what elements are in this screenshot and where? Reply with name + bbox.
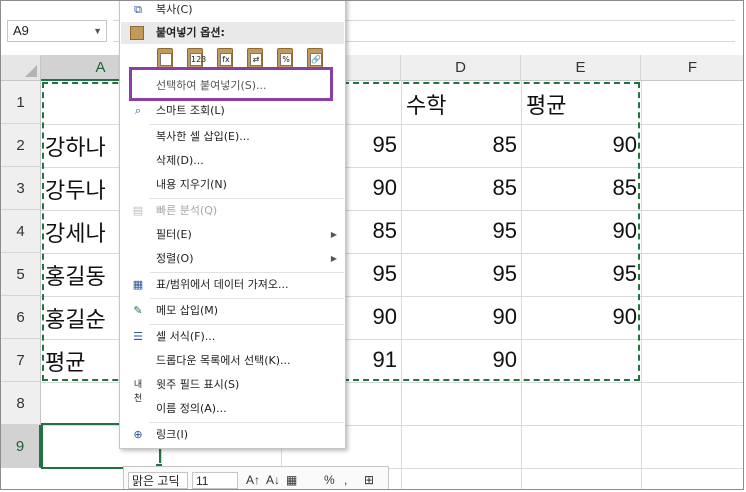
menu-item-smart-lookup[interactable]: ⌕ 스마트 조회(L) [120, 99, 345, 123]
phonetic-icon: 내천 [133, 380, 143, 404]
menu-item-insert-copied[interactable]: 복사한 셀 삽입(E)... [120, 125, 345, 149]
menu-item-insert-comment[interactable]: ✎ 메모 삽입(M) [120, 299, 345, 323]
comment-icon: ✎ [133, 304, 143, 317]
increase-font-icon[interactable]: A↑ [246, 472, 260, 488]
menu-item-get-data[interactable]: ▦ 표/범위에서 데이터 가져오... [120, 273, 345, 297]
menu-item-sort[interactable]: 정렬(O) ▶ [120, 247, 345, 271]
column-header-d[interactable]: D [401, 55, 521, 81]
gridline [641, 81, 642, 489]
row-header-1[interactable]: 1 [1, 81, 41, 124]
paste-icon [130, 26, 144, 40]
menu-item-define-name[interactable]: 이름 정의(A)... [120, 397, 345, 421]
menu-item-clear-contents[interactable]: 내용 지우기(N) [120, 173, 345, 197]
chevron-down-icon[interactable]: ▼ [93, 21, 102, 41]
percent-style-button[interactable]: % [324, 472, 335, 488]
menu-item-copy[interactable]: ⧉ 복사(C) [120, 1, 345, 22]
row-header-2[interactable]: 2 [1, 124, 41, 167]
row-header-5[interactable]: 5 [1, 253, 41, 296]
chevron-right-icon: ▶ [330, 230, 337, 239]
paste-special-highlight [129, 67, 333, 101]
search-icon: ⌕ [134, 104, 142, 117]
borders-icon[interactable]: ⊞ [364, 472, 374, 488]
menu-item-pick-from-list[interactable]: 드롭다운 목록에서 선택(K)... [120, 349, 345, 373]
number-format-icon[interactable]: ▦ [286, 472, 297, 488]
font-size-field[interactable]: 11 [192, 472, 238, 489]
font-name-field[interactable]: 맑은 고딕 [128, 472, 188, 489]
row-header-6[interactable]: 6 [1, 296, 41, 339]
format-cells-icon: ☰ [133, 330, 143, 343]
paste-options-header: 붙여넣기 옵션: [121, 22, 344, 44]
quick-analysis-icon: ▤ [132, 204, 144, 217]
row-header-3[interactable]: 3 [1, 167, 41, 210]
menu-item-format-cells[interactable]: ☰ 셀 서식(F)... [120, 325, 345, 349]
row-header-9[interactable]: 9 [1, 425, 41, 468]
mini-toolbar: 맑은 고딕 11 A↑ A↓ ▦ % , ⊞ [123, 466, 389, 489]
decrease-font-icon[interactable]: A↓ [266, 472, 280, 488]
worksheet-grid[interactable]: A B C D E F 1 2 3 4 5 6 7 8 9 강하나 강두나 강세… [1, 55, 743, 489]
column-header-f[interactable]: F [641, 55, 743, 81]
copy-icon: ⧉ [134, 3, 142, 16]
menu-item-quick-analysis[interactable]: ▤ 빠른 분석(Q) [120, 199, 345, 223]
column-header-e[interactable]: E [521, 55, 641, 81]
menu-item-phonetic[interactable]: 내천 윗주 필드 표시(S) [120, 373, 345, 404]
table-icon: ▦ [132, 278, 144, 291]
row-header-4[interactable]: 4 [1, 210, 41, 253]
menu-item-filter[interactable]: 필터(E) ▶ [120, 223, 345, 247]
select-all-button[interactable] [1, 55, 41, 81]
comma-style-icon[interactable]: , [344, 472, 347, 488]
menu-item-link[interactable]: ⊕ 링크(I) [120, 423, 345, 447]
name-box-value: A9 [13, 23, 29, 38]
chevron-right-icon: ▶ [330, 254, 337, 263]
row-header-7[interactable]: 7 [1, 339, 41, 382]
excel-window: A9 ▼ A B C D E F 1 2 3 4 5 6 7 8 9 강하나 [0, 0, 744, 490]
menu-item-delete[interactable]: 삭제(D)... [120, 149, 345, 173]
name-box[interactable]: A9 ▼ [7, 20, 107, 42]
link-icon: ⊕ [133, 428, 143, 441]
row-header-8[interactable]: 8 [1, 382, 41, 425]
